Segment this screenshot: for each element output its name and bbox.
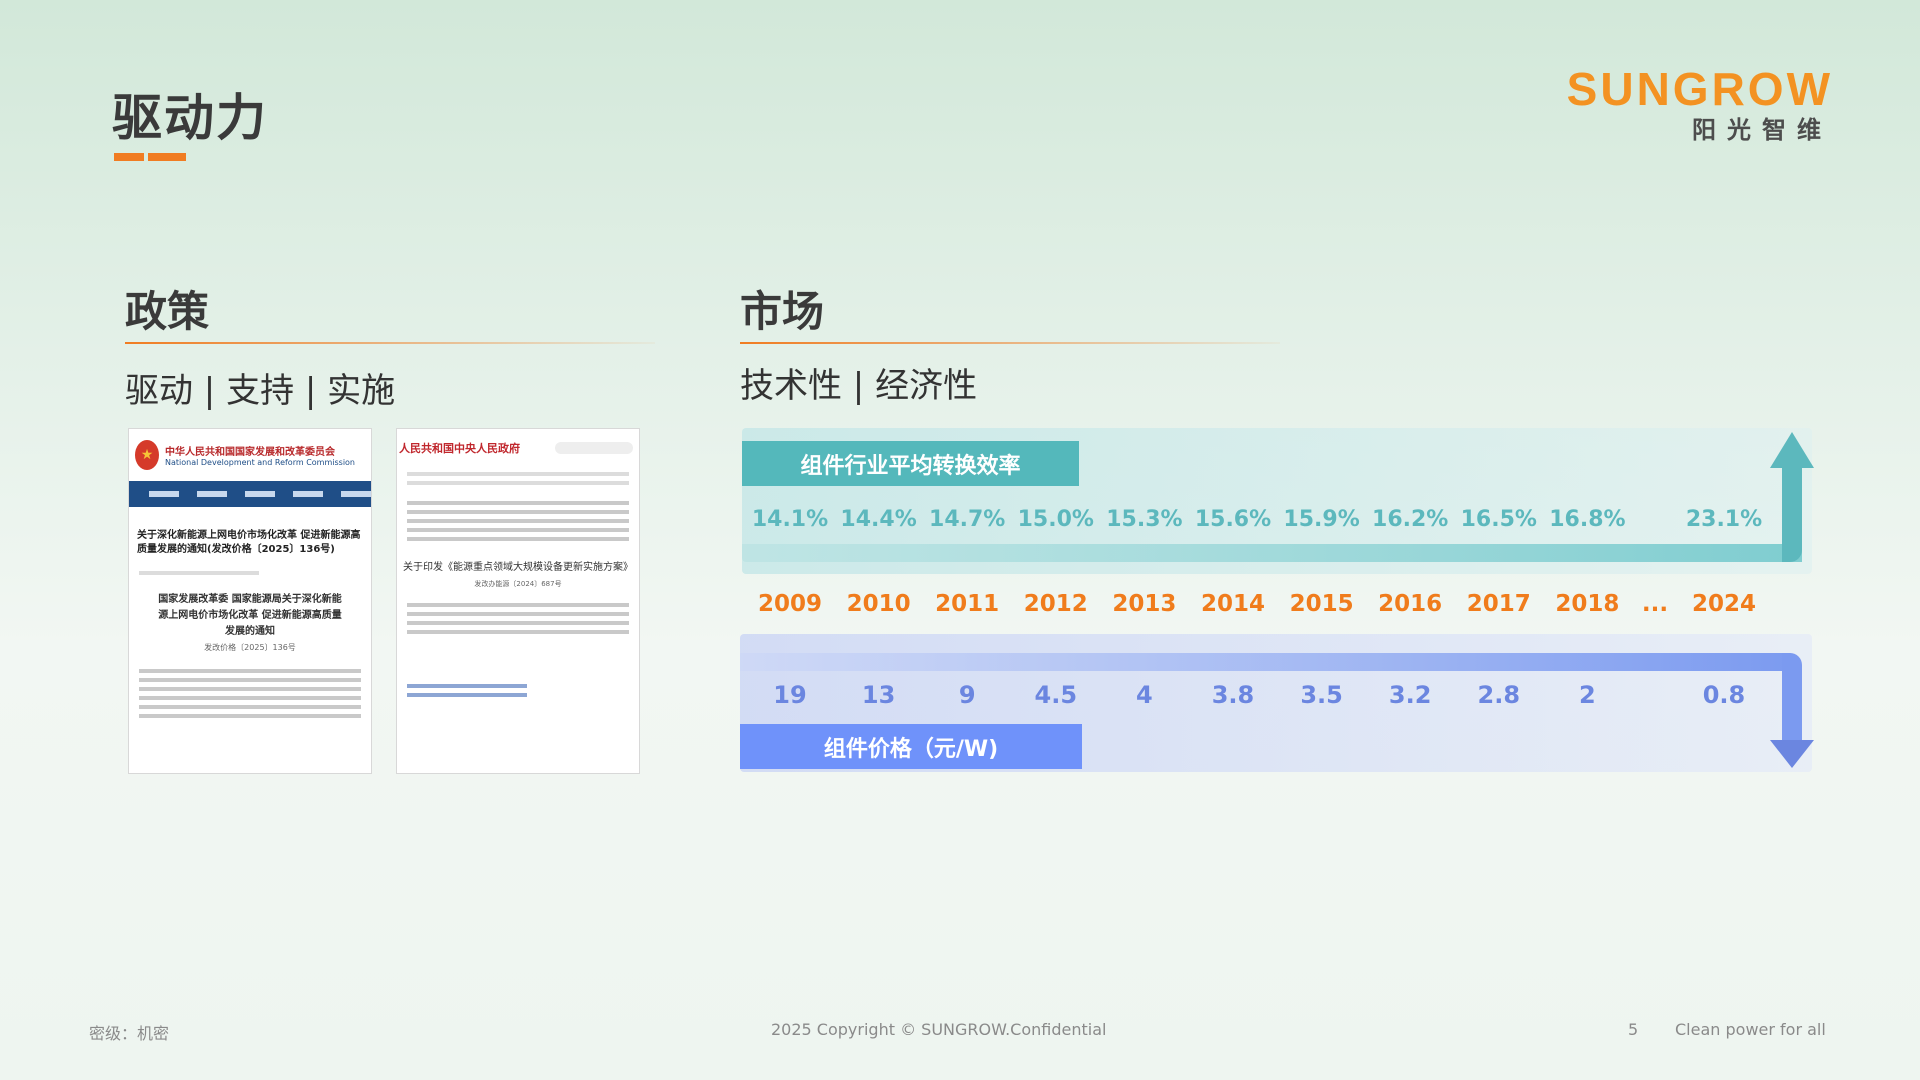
- doc-title: 关于深化新能源上网电价市场化改革 促进新能源高质量发展的通知(发改价格〔2025…: [137, 530, 361, 555]
- security-level: 密级：机密: [89, 1024, 170, 1043]
- arrow-up-icon: [1770, 432, 1814, 468]
- price-value-9: 2: [1579, 681, 1596, 709]
- doc2-agency: 人民共和国中央人民政府: [399, 442, 520, 455]
- year-label-10: ...: [1641, 591, 1669, 617]
- efficiency-value-3: 15.0%: [1017, 507, 1094, 532]
- efficiency-value-9: 16.8%: [1549, 507, 1626, 532]
- year-label-7: 2016: [1378, 591, 1443, 617]
- price-value-8: 2.8: [1477, 681, 1521, 709]
- arrow-down-icon: [1770, 740, 1814, 768]
- year-label-6: 2015: [1289, 591, 1354, 617]
- price-value-3: 4.5: [1034, 681, 1078, 709]
- policy-heading: 政策: [125, 287, 210, 336]
- doc2-number: 发改办能源〔2024〕687号: [474, 580, 562, 588]
- doc-body-title: 国家发展改革委 国家能源局关于深化新能源上网电价市场化改革 促进新能源高质量发展…: [158, 594, 342, 637]
- page-title: 驱动力: [112, 89, 268, 147]
- efficiency-value-6: 15.9%: [1283, 507, 1360, 532]
- year-label-1: 2010: [846, 591, 911, 617]
- price-value-5: 3.8: [1211, 681, 1255, 709]
- efficiency-arrow-stem: [1782, 466, 1802, 562]
- efficiency-value-11: 23.1%: [1685, 507, 1763, 532]
- year-label-11: 2024: [1691, 591, 1756, 617]
- policy-subtitle: 驱动 | 支持 | 实施: [125, 371, 396, 411]
- slogan: Clean power for all: [1675, 1020, 1826, 1039]
- sungrow-logo-subtitle: 阳光智维: [1692, 116, 1832, 144]
- year-label-3: 2012: [1023, 591, 1088, 617]
- policy-divider: [125, 342, 655, 344]
- year-label-4: 2013: [1112, 591, 1177, 617]
- price-value-6: 3.5: [1300, 681, 1343, 709]
- year-label-8: 2017: [1466, 591, 1531, 617]
- price-value-7: 3.2: [1388, 681, 1432, 709]
- efficiency-arrow-bar: [742, 544, 1802, 562]
- market-divider: [740, 342, 1280, 344]
- doc-navbar: [129, 481, 371, 507]
- copyright: 2025 Copyright © SUNGROW.Confidential: [771, 1020, 1107, 1039]
- efficiency-value-7: 16.2%: [1372, 507, 1449, 532]
- year-label-2: 2011: [935, 591, 1000, 617]
- efficiency-value-0: 14.1%: [751, 507, 829, 532]
- price-value-4: 4: [1136, 681, 1153, 709]
- efficiency-value-8: 16.5%: [1460, 507, 1537, 532]
- market-subtitle: 技术性 | 经济性: [740, 366, 978, 406]
- doc-agency-en: National Development and Reform Commissi…: [165, 458, 355, 467]
- page-number: 5: [1628, 1020, 1639, 1039]
- efficiency-value-4: 15.3%: [1106, 507, 1183, 532]
- price-arrow-bar: [740, 653, 1800, 671]
- efficiency-value-1: 14.4%: [840, 507, 917, 532]
- title-underline: [114, 153, 186, 161]
- price-label: 组件价格（元/W): [740, 724, 1082, 769]
- price-arrow-stem: [1782, 653, 1802, 747]
- price-value-2: 9: [958, 681, 976, 709]
- doc-agency: 中华人民共和国国家发展和改革委员会: [165, 447, 335, 458]
- sungrow-logo: SUNGROW: [1566, 63, 1833, 115]
- efficiency-value-2: 14.7%: [929, 507, 1006, 532]
- national-emblem-icon: ★: [135, 440, 159, 470]
- doc2-title: 关于印发《能源重点领域大规模设备更新实施方案》: [403, 562, 633, 573]
- price-value-1: 13: [861, 681, 896, 709]
- doc-header: ★ 中华人民共和国国家发展和改革委员会 National Development…: [129, 429, 371, 481]
- price-value-0: 19: [773, 681, 807, 709]
- efficiency-label: 组件行业平均转换效率: [742, 441, 1079, 486]
- year-label-0: 2009: [757, 591, 822, 617]
- year-label-5: 2014: [1200, 591, 1265, 617]
- doc2-search-input: [555, 442, 633, 454]
- policy-document-ndrc[interactable]: ★ 中华人民共和国国家发展和改革委员会 National Development…: [128, 428, 372, 774]
- market-heading: 市场: [740, 287, 825, 336]
- policy-document-gov[interactable]: 人民共和国中央人民政府 关于印发《能源重点领域大规模设备更新实施方案》 发改办能…: [396, 428, 640, 774]
- price-value-11: 0.8: [1702, 681, 1746, 709]
- efficiency-value-5: 15.6%: [1194, 507, 1272, 532]
- doc-number: 发改价格〔2025〕136号: [204, 643, 296, 652]
